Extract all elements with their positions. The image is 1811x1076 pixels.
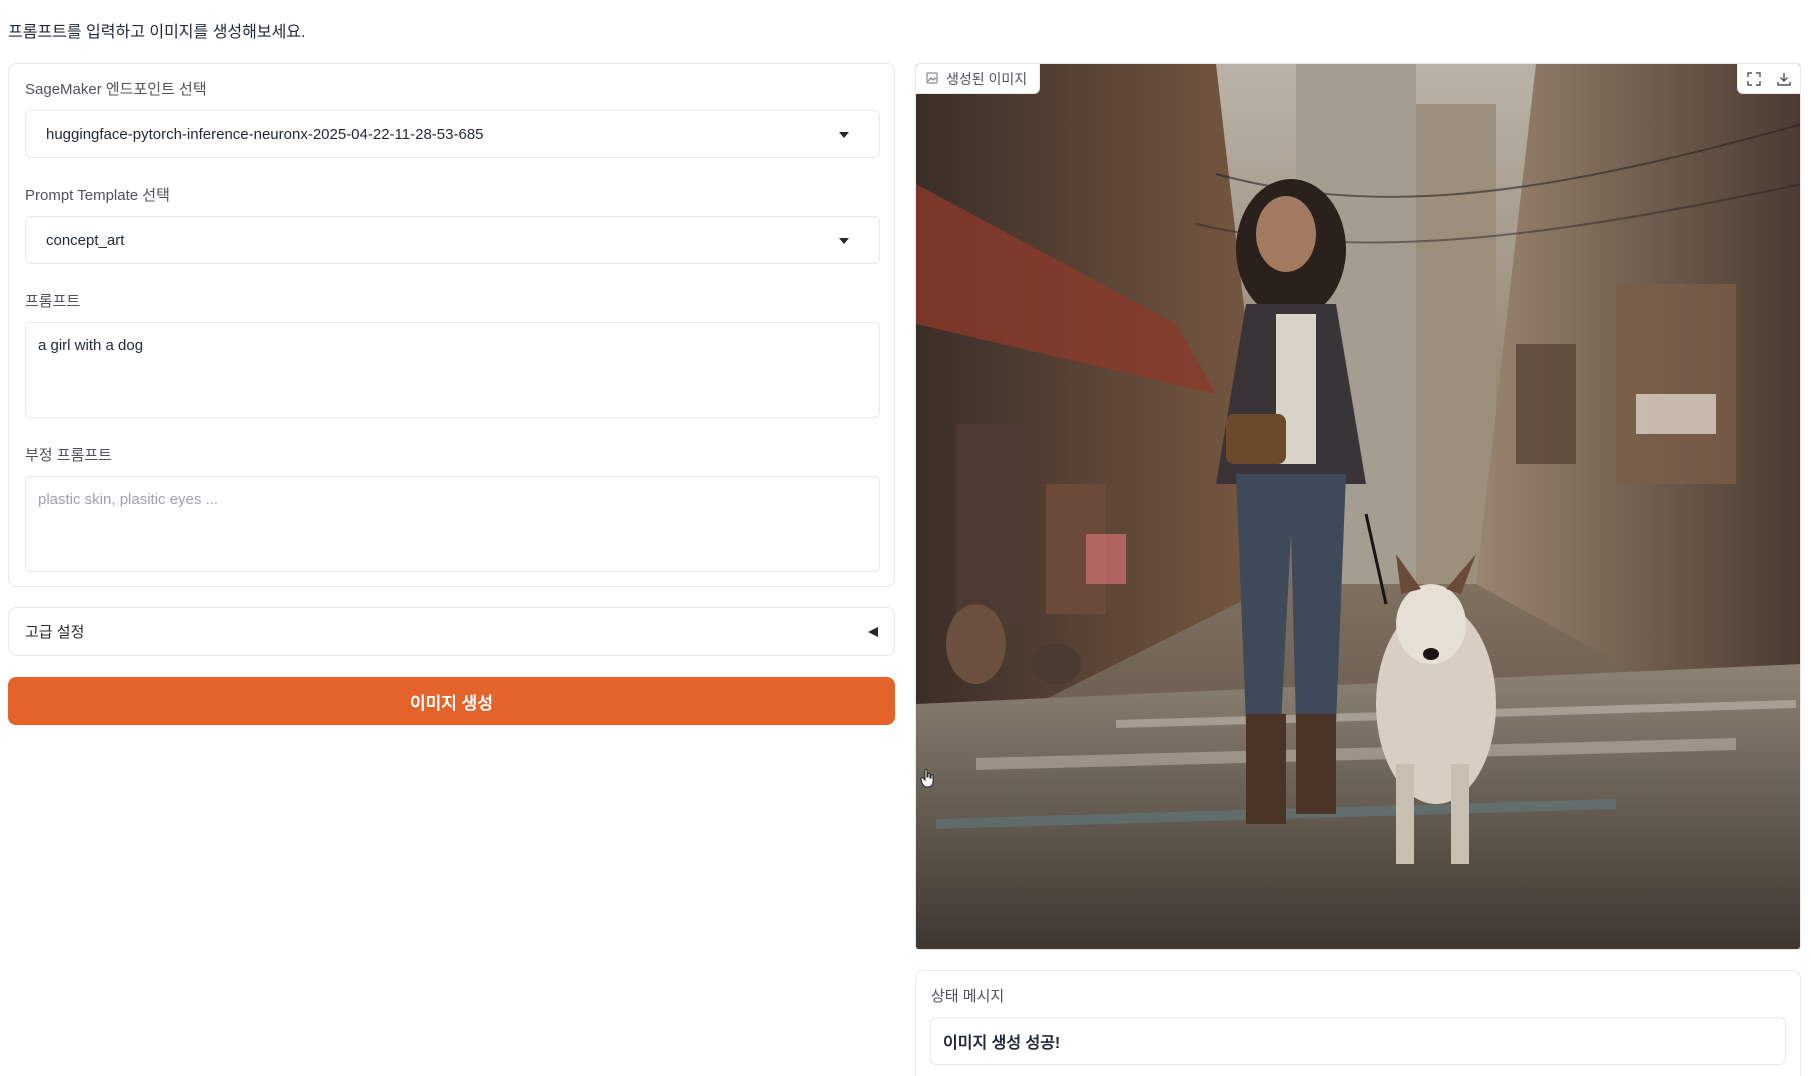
image-label-text: 생성된 이미지 [946, 70, 1028, 87]
template-label: Prompt Template 선택 [25, 187, 170, 204]
endpoint-dropdown[interactable]: huggingface-pytorch-inference-neuronx-20… [25, 110, 880, 158]
image-icon [926, 71, 938, 87]
hand-cursor-icon [920, 768, 936, 793]
generated-image [916, 64, 1800, 949]
image-label-badge: 생성된 이미지 [916, 64, 1041, 94]
advanced-settings-label: 고급 설정 [25, 624, 85, 641]
template-value: concept_art [46, 231, 125, 249]
collapse-triangle-icon [868, 627, 878, 637]
intro-text: 프롬프트를 입력하고 이미지를 생성해보세요. [8, 24, 306, 41]
endpoint-value: huggingface-pytorch-inference-neuronx-20… [46, 125, 484, 143]
prompt-label: 프롬프트 [25, 293, 81, 310]
template-dropdown[interactable]: concept_art [25, 216, 880, 264]
fullscreen-icon[interactable] [1744, 69, 1764, 89]
status-panel: 상태 메시지 이미지 생성 성공! [915, 970, 1801, 1076]
app-page: 프롬프트를 입력하고 이미지를 생성해보세요. SageMaker 엔드포인트 … [0, 0, 1811, 1076]
output-image-panel: 생성된 이미지 [915, 63, 1801, 950]
status-message-box: 이미지 생성 성공! [930, 1017, 1786, 1065]
negative-prompt-label: 부정 프롬프트 [25, 447, 112, 464]
generate-image-button[interactable]: 이미지 생성 [8, 677, 895, 725]
download-icon[interactable] [1774, 69, 1794, 89]
status-message: 이미지 생성 성공! [943, 1035, 1061, 1052]
prompt-input[interactable]: a girl with a dog [25, 322, 880, 418]
status-label: 상태 메시지 [931, 988, 1005, 1005]
endpoint-label: SageMaker 엔드포인트 선택 [25, 81, 207, 98]
chevron-down-icon [839, 238, 849, 244]
negative-prompt-input[interactable]: plastic skin, plasitic eyes ... [25, 476, 880, 572]
input-panel: SageMaker 엔드포인트 선택 huggingface-pytorch-i… [8, 63, 895, 587]
image-toolbar [1737, 64, 1800, 94]
chevron-down-icon [839, 132, 849, 138]
advanced-settings-accordion[interactable]: 고급 설정 [8, 607, 895, 656]
